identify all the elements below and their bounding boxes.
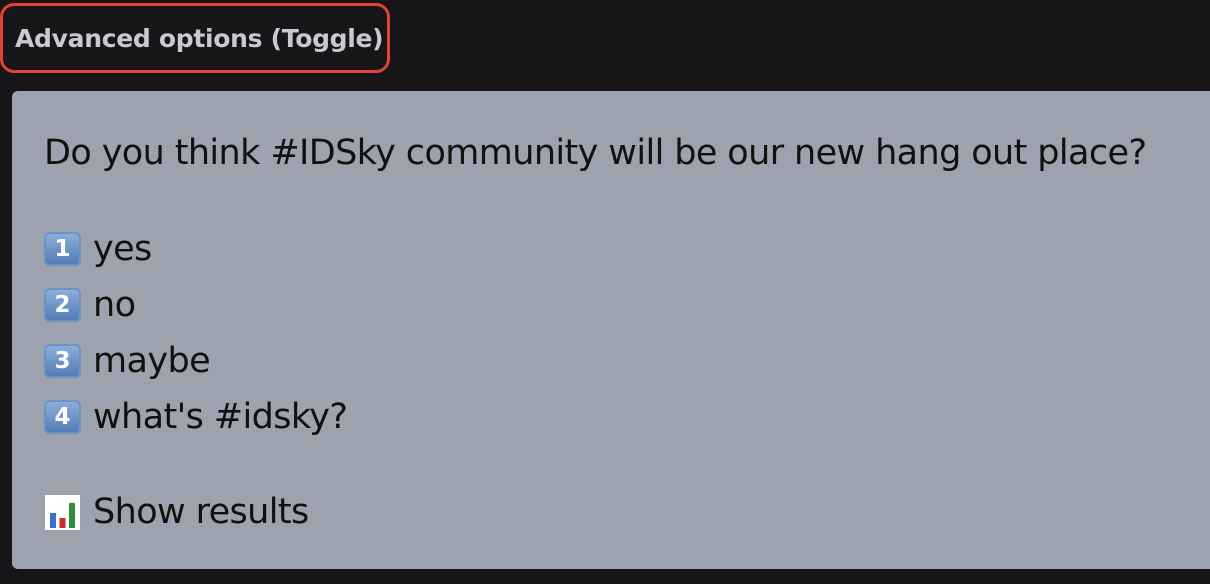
- show-results-button[interactable]: Show results: [44, 491, 309, 533]
- bar-chart-icon: [44, 493, 81, 531]
- keycap-two-icon: 2: [44, 288, 81, 322]
- poll-option-2[interactable]: 2 no: [44, 277, 347, 333]
- poll-option-3[interactable]: 3 maybe: [44, 333, 347, 389]
- poll-option-label: yes: [93, 229, 152, 269]
- poll-card: Do you think #IDSky community will be ou…: [12, 91, 1210, 569]
- poll-options: 1 yes 2 no 3 maybe 4 what's #idsky?: [44, 221, 348, 445]
- poll-question: Do you think #IDSky community will be ou…: [44, 133, 1147, 173]
- poll-option-1[interactable]: 1 yes: [44, 221, 347, 277]
- advanced-options-toggle[interactable]: Advanced options (Toggle): [0, 3, 390, 73]
- poll-option-label: no: [93, 285, 136, 325]
- show-results-label: Show results: [93, 492, 309, 532]
- poll-option-label: maybe: [93, 341, 211, 381]
- keycap-four-icon: 4: [44, 400, 81, 434]
- keycap-three-icon: 3: [44, 344, 81, 378]
- advanced-options-label: Advanced options (Toggle): [15, 23, 384, 53]
- poll-option-label: what's #idsky?: [93, 397, 348, 437]
- keycap-one-icon: 1: [44, 232, 81, 266]
- poll-option-4[interactable]: 4 what's #idsky?: [44, 389, 348, 445]
